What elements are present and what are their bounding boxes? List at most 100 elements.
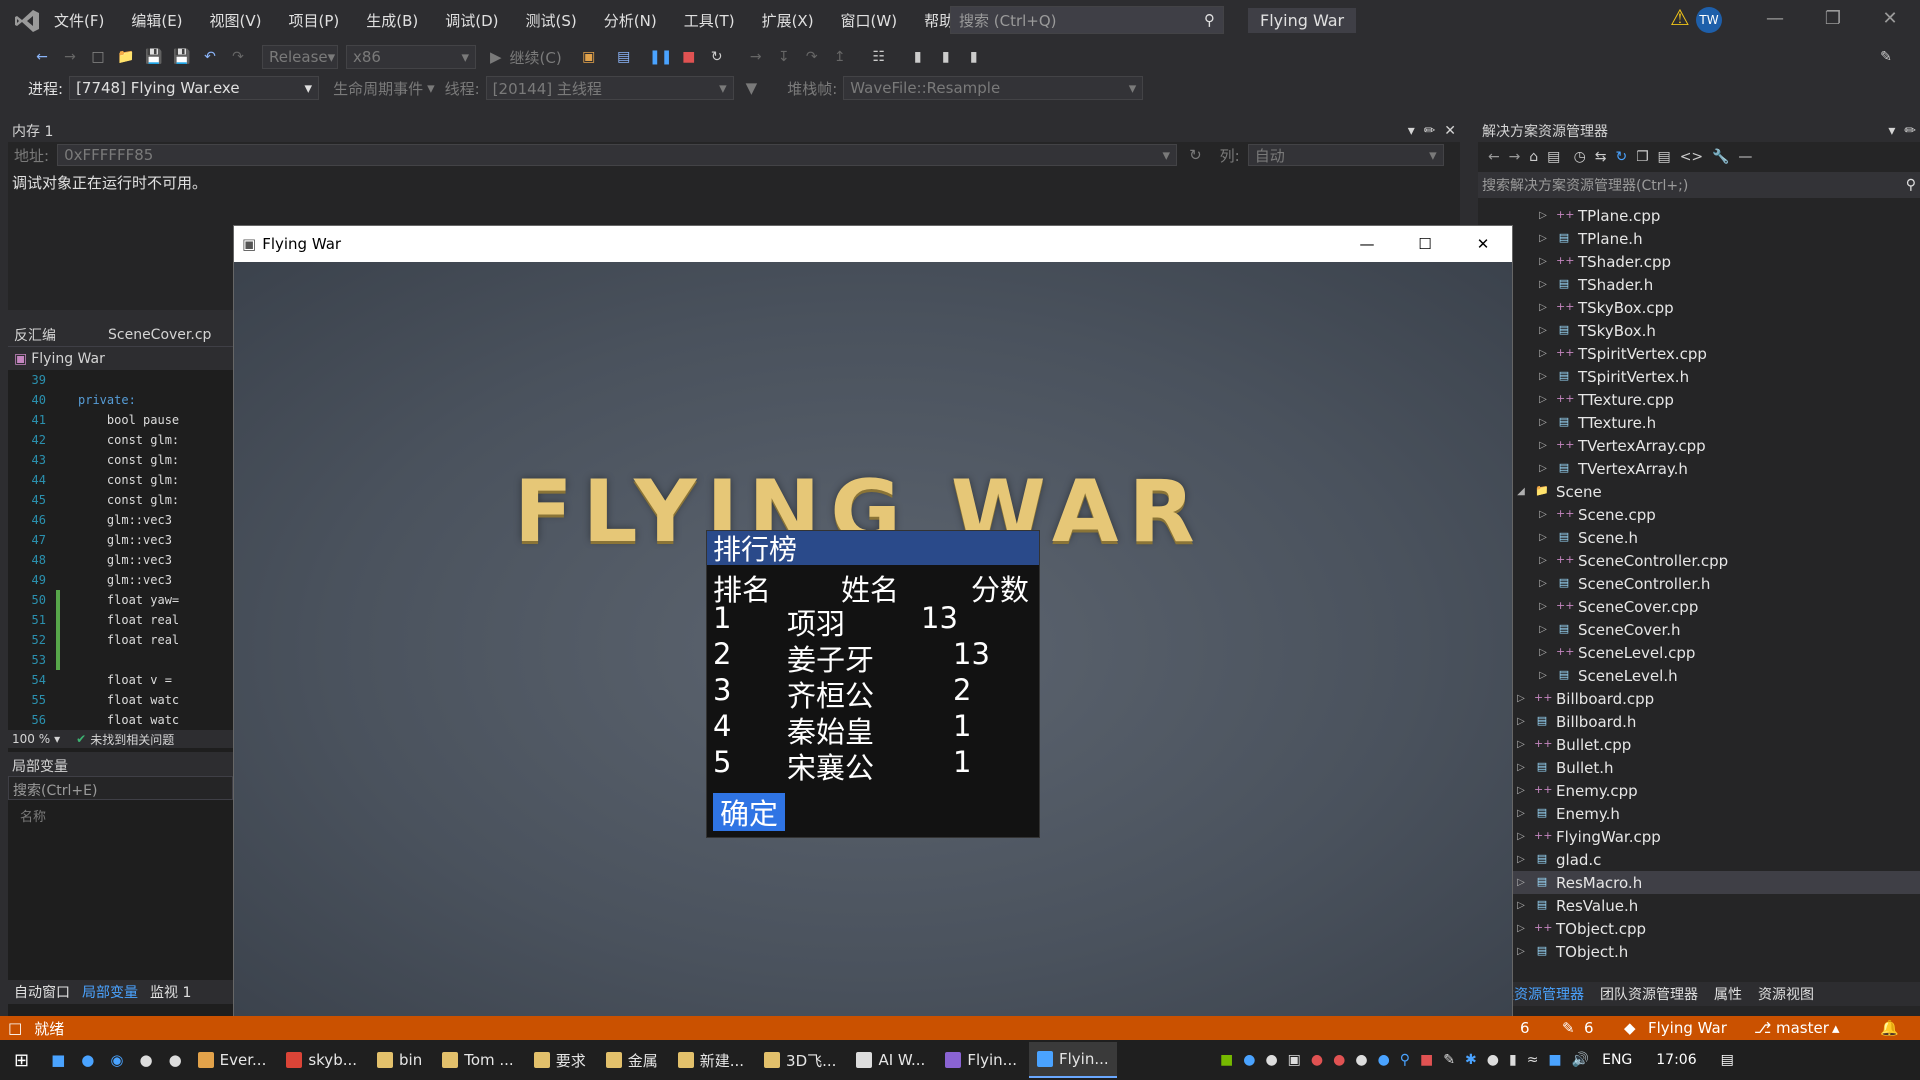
close-icon[interactable]: ✕ bbox=[1444, 123, 1456, 139]
input-language[interactable]: ENG bbox=[1602, 1052, 1632, 1068]
clock[interactable]: 17:06 bbox=[1656, 1052, 1696, 1068]
tool-tab[interactable]: 监视 1 bbox=[144, 982, 197, 1002]
tray-app-icon[interactable]: ● bbox=[1355, 1052, 1367, 1068]
tree-item[interactable]: ▷ ++ TSpiritVertex.cpp bbox=[1478, 342, 1920, 365]
tree-item[interactable]: ▷ ▤ SceneLevel.h bbox=[1478, 664, 1920, 687]
tab-scenecover[interactable]: SceneCover.cp bbox=[102, 327, 217, 343]
tree-item[interactable]: ▷ ++ FlyingWar.cpp bbox=[1478, 825, 1920, 848]
wifi-icon[interactable]: ≈ bbox=[1527, 1052, 1539, 1068]
platform-select[interactable]: x86 ▾ bbox=[346, 45, 476, 69]
collapsed-arrow-icon[interactable]: ▷ bbox=[1514, 900, 1528, 911]
tree-item[interactable]: ▷ ▤ SceneCover.h bbox=[1478, 618, 1920, 641]
tool-tab[interactable]: 自动窗口 bbox=[8, 982, 76, 1002]
tree-item[interactable]: ▷ ▤ TVertexArray.h bbox=[1478, 457, 1920, 480]
chevron-down-icon[interactable]: ▾ bbox=[427, 79, 435, 97]
minus-icon[interactable]: — bbox=[1738, 149, 1752, 165]
panel-tab[interactable]: 属性 bbox=[1706, 984, 1750, 1004]
refresh-icon[interactable]: ↻ bbox=[1615, 149, 1627, 165]
tree-item[interactable]: ▷ ++ SceneCover.cpp bbox=[1478, 595, 1920, 618]
menu-item[interactable]: 扩展(X) bbox=[762, 10, 814, 31]
tree-item[interactable]: ▷ ++ SceneController.cpp bbox=[1478, 549, 1920, 572]
collapsed-arrow-icon[interactable]: ▷ bbox=[1536, 233, 1550, 244]
collapsed-arrow-icon[interactable]: ▷ bbox=[1514, 762, 1528, 773]
collapsed-arrow-icon[interactable]: ▷ bbox=[1514, 854, 1528, 865]
switch-view-icon[interactable]: ▤ bbox=[1547, 149, 1560, 165]
tree-item[interactable]: ▷ ▤ TTexture.h bbox=[1478, 411, 1920, 434]
tray-record-icon[interactable]: ● bbox=[1311, 1052, 1323, 1068]
change-count[interactable]: 6 bbox=[1584, 1019, 1594, 1037]
collapsed-arrow-icon[interactable]: ▷ bbox=[1536, 624, 1550, 635]
taskbar-app[interactable]: 金属 bbox=[598, 1042, 666, 1078]
editor-context-bar[interactable]: ▣ Flying War bbox=[8, 346, 233, 370]
pinned-app-icon[interactable]: ● bbox=[81, 1051, 94, 1069]
hex-icon[interactable]: ☷ bbox=[868, 46, 890, 68]
menu-item[interactable]: 视图(V) bbox=[210, 10, 262, 31]
tray-app-icon[interactable]: ● bbox=[1378, 1052, 1390, 1068]
tree-item[interactable]: ▷ ▤ ResValue.h bbox=[1478, 894, 1920, 917]
bluetooth-icon[interactable]: ✱ bbox=[1465, 1052, 1477, 1068]
collapsed-arrow-icon[interactable]: ▷ bbox=[1536, 256, 1550, 267]
filter-icon[interactable]: ▼ bbox=[746, 79, 758, 97]
menu-item[interactable]: 编辑(E) bbox=[131, 10, 182, 31]
chevron-down-icon[interactable]: ▾ bbox=[1888, 123, 1895, 139]
collapsed-arrow-icon[interactable]: ▷ bbox=[1514, 693, 1528, 704]
address-input[interactable]: 0xFFFFFF85 ▾ bbox=[57, 144, 1178, 166]
save-icon[interactable]: 💾 bbox=[143, 46, 165, 68]
collapsed-arrow-icon[interactable]: ▷ bbox=[1536, 371, 1550, 382]
collapsed-arrow-icon[interactable]: ▷ bbox=[1536, 417, 1550, 428]
menu-item[interactable]: 项目(P) bbox=[289, 10, 340, 31]
tree-item[interactable]: ▷ ▤ glad.c bbox=[1478, 848, 1920, 871]
taskbar-app[interactable]: Flyin... bbox=[937, 1042, 1025, 1078]
collapsed-arrow-icon[interactable]: ▷ bbox=[1536, 279, 1550, 290]
tree-item[interactable]: ▷ ▤ ResMacro.h bbox=[1478, 871, 1920, 894]
collapsed-arrow-icon[interactable]: ▷ bbox=[1536, 578, 1550, 589]
panel-tab[interactable]: 团队资源管理器 bbox=[1592, 984, 1706, 1004]
visual-studio-logo-icon[interactable] bbox=[14, 8, 40, 34]
taskbar-app[interactable]: bin bbox=[369, 1042, 430, 1078]
collapsed-arrow-icon[interactable]: ▷ bbox=[1536, 325, 1550, 336]
properties-icon[interactable]: 🔧 bbox=[1712, 149, 1729, 165]
sync-icon[interactable]: ⇆ bbox=[1595, 149, 1607, 165]
warning-icon[interactable]: ⚠ bbox=[1670, 6, 1690, 31]
tree-item[interactable]: ▷ ++ SceneLevel.cpp bbox=[1478, 641, 1920, 664]
back-icon[interactable]: ← bbox=[1488, 149, 1500, 165]
close-icon[interactable]: ✕ bbox=[1870, 8, 1910, 29]
collapsed-arrow-icon[interactable]: ▷ bbox=[1536, 532, 1550, 543]
tree-item[interactable]: ▷ ++ Enemy.cpp bbox=[1478, 779, 1920, 802]
new-project-icon[interactable]: □ bbox=[87, 46, 109, 68]
continue-button[interactable]: 继续(C) bbox=[510, 47, 562, 68]
menu-item[interactable]: 工具(T) bbox=[684, 10, 735, 31]
forward-icon[interactable]: → bbox=[1509, 149, 1521, 165]
menu-item[interactable]: 文件(F) bbox=[54, 10, 104, 31]
tree-item[interactable]: ▷ ▤ SceneController.h bbox=[1478, 572, 1920, 595]
code-view[interactable]: 39 40 private: 41 bool pause 42 const glm: 43… bbox=[8, 370, 233, 730]
taskbar-app[interactable]: Flyin... bbox=[1028, 1042, 1117, 1078]
collapsed-arrow-icon[interactable]: ▷ bbox=[1536, 601, 1550, 612]
back-icon[interactable]: ← bbox=[31, 46, 53, 68]
collapsed-arrow-icon[interactable]: ▷ bbox=[1514, 716, 1528, 727]
volume-icon[interactable]: 🔊 bbox=[1572, 1052, 1589, 1068]
pin-icon[interactable]: ✏ bbox=[1424, 123, 1436, 139]
tree-item[interactable]: ▷ ++ TVertexArray.cpp bbox=[1478, 434, 1920, 457]
redo-icon[interactable]: ↷ bbox=[227, 46, 249, 68]
tray-app-icon[interactable]: ■ bbox=[1548, 1052, 1561, 1068]
tree-item[interactable]: ▷ ▤ TSpiritVertex.h bbox=[1478, 365, 1920, 388]
notification-icon[interactable]: 🔔 bbox=[1880, 1019, 1899, 1037]
panel-tab[interactable]: 资源视图 bbox=[1750, 984, 1822, 1004]
show-next-statement-icon[interactable]: → bbox=[745, 46, 767, 68]
tree-item[interactable]: ▷ ++ Bullet.cpp bbox=[1478, 733, 1920, 756]
taskbar-app[interactable]: skyb... bbox=[278, 1042, 365, 1078]
taskbar-app[interactable]: AI W... bbox=[848, 1042, 933, 1078]
tree-item[interactable]: ▷ ++ TShader.cpp bbox=[1478, 250, 1920, 273]
save-all-icon[interactable]: 💾 bbox=[171, 46, 193, 68]
collapsed-arrow-icon[interactable]: ▷ bbox=[1514, 808, 1528, 819]
stack-frame-select[interactable]: WaveFile::Resample ▾ bbox=[843, 76, 1144, 100]
restore-icon[interactable]: ❐ bbox=[1813, 8, 1853, 29]
collapsed-arrow-icon[interactable]: ▷ bbox=[1536, 210, 1550, 221]
maximize-icon[interactable]: ☐ bbox=[1396, 235, 1454, 253]
pinned-app-icon[interactable]: ● bbox=[169, 1051, 182, 1069]
undo-icon[interactable]: ↶ bbox=[199, 46, 221, 68]
chevron-down-icon[interactable]: ▾ bbox=[54, 732, 60, 746]
minimize-icon[interactable]: — bbox=[1755, 8, 1795, 29]
menu-item[interactable]: 生成(B) bbox=[366, 10, 418, 31]
